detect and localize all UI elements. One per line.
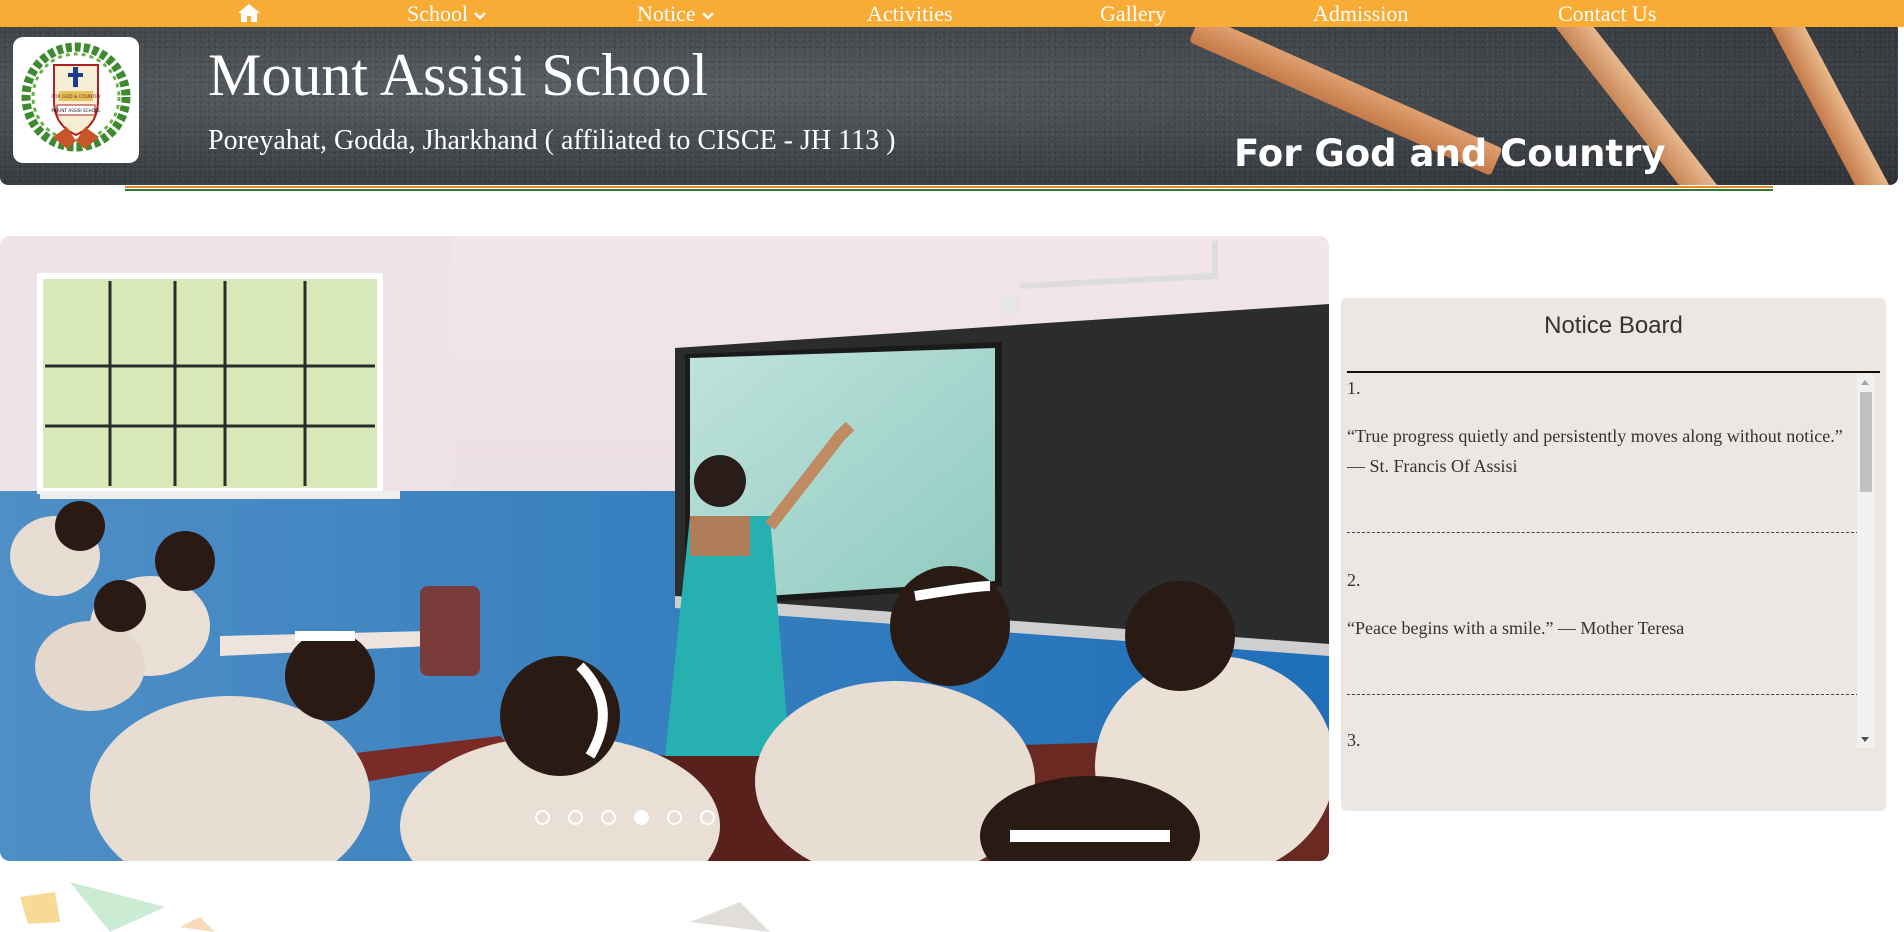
notice-number: 2.	[1347, 570, 1361, 590]
notice-separator	[1347, 694, 1859, 695]
chevron-down-icon	[474, 12, 486, 20]
nav-item-label: School	[407, 1, 469, 26]
nav-item-label: Notice	[637, 1, 696, 26]
carousel-dot[interactable]	[568, 810, 583, 825]
scrollbar-thumb[interactable]	[1860, 392, 1872, 492]
scroll-down-icon[interactable]	[1861, 737, 1869, 742]
nav-item-gallery[interactable]: Gallery	[1100, 0, 1166, 27]
nav-item-activities[interactable]: Activities	[867, 0, 953, 27]
image-carousel[interactable]	[0, 236, 1329, 861]
school-motto: For God and Country	[1234, 132, 1666, 175]
notice-number: 3.	[1347, 730, 1361, 748]
carousel-indicators	[535, 810, 715, 825]
carousel-dot[interactable]	[667, 810, 682, 825]
school-crest-icon: FOR GOD & COUNTRY MOUNT ASSISI SCHOOL	[21, 42, 131, 152]
header-banner: FOR GOD & COUNTRY MOUNT ASSISI SCHOOL Mo…	[0, 27, 1898, 185]
chevron-down-icon	[701, 12, 714, 20]
nav-item-admission[interactable]: Admission	[1313, 0, 1408, 27]
notice-board: Notice Board 1. “True progress quietly a…	[1341, 298, 1886, 811]
logo-motto-text: FOR GOD & COUNTRY	[51, 94, 100, 100]
nav-item-notice[interactable]: Notice	[637, 0, 714, 27]
carousel-dot[interactable]	[601, 810, 616, 825]
classroom-photo	[0, 236, 1329, 861]
notice-text: “Peace begins with a smile.” — Mother Te…	[1347, 618, 1685, 638]
scroll-up-icon[interactable]	[1861, 380, 1869, 385]
logo-banner-text: MOUNT ASSISI SCHOOL	[51, 108, 101, 113]
decorative-paper-shapes	[20, 882, 770, 932]
carousel-dot[interactable]	[535, 810, 550, 825]
divider-orange	[125, 186, 1773, 188]
notice-board-rule	[1347, 371, 1880, 373]
carousel-dot-active[interactable]	[634, 810, 649, 825]
notice-number: 1.	[1347, 378, 1361, 398]
divider-green	[125, 189, 1773, 191]
nav-item-school[interactable]: School	[407, 0, 486, 27]
school-name: Mount Assisi School	[208, 42, 709, 108]
top-nav: School Notice Activities Gallery Admissi…	[0, 0, 1904, 27]
notice-board-title: Notice Board	[1544, 312, 1683, 339]
notice-text: “True progress quietly and persistently …	[1347, 426, 1843, 476]
notice-separator	[1347, 532, 1859, 533]
notice-list[interactable]: 1. “True progress quietly and persistent…	[1347, 374, 1880, 748]
home-icon[interactable]	[237, 3, 261, 23]
notice-scrollbar[interactable]	[1857, 374, 1874, 748]
school-logo[interactable]: FOR GOD & COUNTRY MOUNT ASSISI SCHOOL	[13, 37, 139, 163]
carousel-dot[interactable]	[700, 810, 715, 825]
school-affiliation: Poreyahat, Godda, Jharkhand ( affiliated…	[208, 125, 896, 156]
nav-item-contact-us[interactable]: Contact Us	[1558, 0, 1656, 27]
